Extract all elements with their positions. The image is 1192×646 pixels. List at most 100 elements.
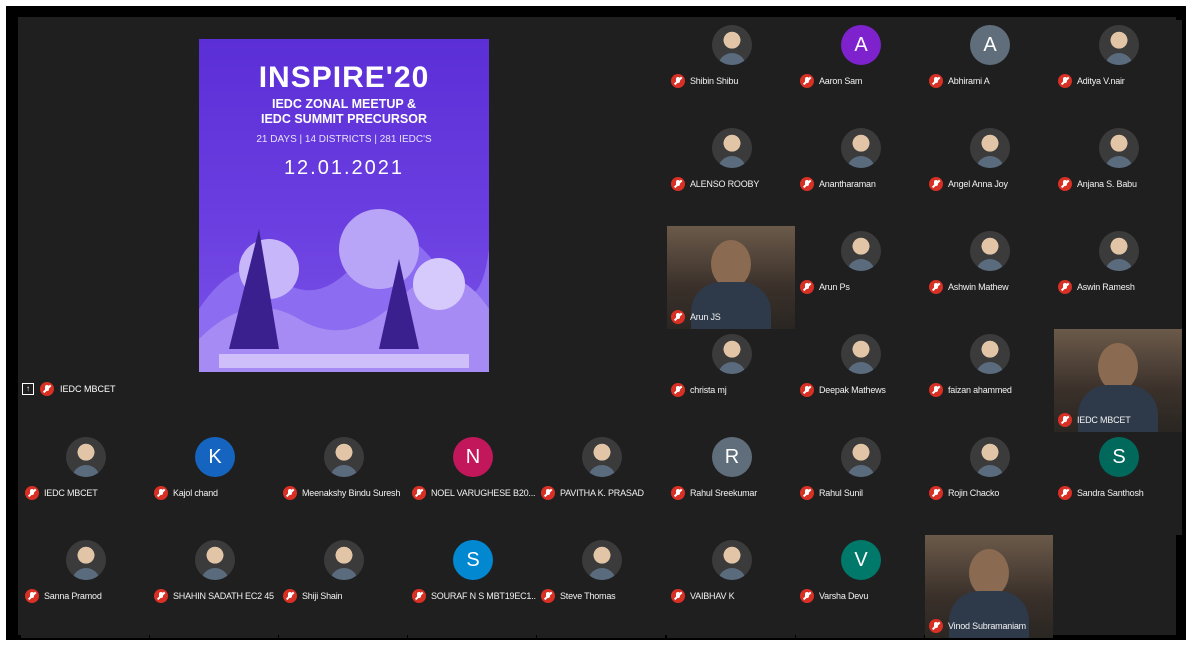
- participant-name-row: Deepak Mathews: [800, 383, 924, 397]
- participant-name-row: christa mj: [671, 383, 795, 397]
- participant-name-row: Rahul Sunil: [800, 486, 924, 500]
- participant-tile[interactable]: Deepak Mathews: [796, 329, 924, 432]
- participant-tile[interactable]: Anantharaman: [796, 123, 924, 226]
- participant-name: Anjana S. Babu: [1077, 179, 1137, 189]
- participant-name-row: IEDC MBCET: [25, 486, 149, 500]
- mic-muted-icon: [800, 280, 814, 294]
- participant-tile[interactable]: Rojin Chacko: [925, 432, 1053, 535]
- participant-avatar: [324, 437, 364, 477]
- participant-tile[interactable]: SHAHIN SADATH EC2 45: [150, 535, 278, 638]
- participant-name: Arun Ps: [819, 282, 850, 292]
- mic-muted-icon: [800, 177, 814, 191]
- participant-name: PAVITHA K. PRASAD: [560, 488, 644, 498]
- mic-muted-icon: [541, 589, 555, 603]
- participant-tile[interactable]: PAVITHA K. PRASAD: [537, 432, 665, 535]
- participant-tile[interactable]: Meenakshy Bindu Suresh: [279, 432, 407, 535]
- participant-tile[interactable]: Angel Anna Joy: [925, 123, 1053, 226]
- participant-name: Steve Thomas: [560, 591, 616, 601]
- participant-avatar: A: [970, 25, 1010, 65]
- mic-muted-icon: [671, 383, 685, 397]
- participant-tile[interactable]: Vinod Subramaniam: [925, 535, 1053, 638]
- mic-muted-icon: [671, 589, 685, 603]
- participant-tile[interactable]: Ashwin Mathew: [925, 226, 1053, 329]
- participant-tile[interactable]: faizan ahammed: [925, 329, 1053, 432]
- participant-tile[interactable]: K Kajol chand: [150, 432, 278, 535]
- mic-muted-icon: [283, 589, 297, 603]
- participant-avatar: A: [841, 25, 881, 65]
- participant-avatar: [582, 540, 622, 580]
- participant-tile[interactable]: A Abhirami A: [925, 20, 1053, 123]
- participant-tile[interactable]: S SOURAF N S MBT19EC1...: [408, 535, 536, 638]
- participant-name-row: SHAHIN SADATH EC2 45: [154, 589, 278, 603]
- present-to-all-icon[interactable]: ↑: [22, 383, 34, 395]
- participant-name-row: Steve Thomas: [541, 589, 665, 603]
- mic-muted-icon: [1058, 177, 1072, 191]
- participant-tile[interactable]: Shibin Shibu: [667, 20, 795, 123]
- mic-muted-icon: [283, 486, 297, 500]
- shared-presentation[interactable]: INSPIRE'20 IEDC ZONAL MEETUP & IEDC SUMM…: [199, 39, 489, 372]
- participant-name: Abhirami A: [948, 76, 990, 86]
- participant-name: Aswin Ramesh: [1077, 282, 1135, 292]
- participant-tile[interactable]: A Aaron Sam: [796, 20, 924, 123]
- mic-muted-icon: [412, 589, 426, 603]
- participant-tile[interactable]: V Varsha Devu: [796, 535, 924, 638]
- participant-name: NOEL VARUGHESE B20...: [431, 488, 536, 498]
- participant-tile[interactable]: Steve Thomas: [537, 535, 665, 638]
- participant-tile[interactable]: Aditya V.nair: [1054, 20, 1182, 123]
- participant-name: IEDC MBCET: [1077, 415, 1131, 425]
- participant-tile[interactable]: Sanna Pramod: [21, 535, 149, 638]
- mic-muted-icon: [541, 486, 555, 500]
- participant-name: Rojin Chacko: [948, 488, 1000, 498]
- participant-tile[interactable]: S Sandra Santhosh: [1054, 432, 1182, 535]
- participant-name: Anantharaman: [819, 179, 876, 189]
- participant-name-row: Sandra Santhosh: [1058, 486, 1182, 500]
- participant-avatar: [1099, 128, 1139, 168]
- mic-muted-icon: [929, 74, 943, 88]
- participant-avatar: S: [453, 540, 493, 580]
- participant-tile[interactable]: Anjana S. Babu: [1054, 123, 1182, 226]
- poster-title: INSPIRE'20: [258, 61, 430, 94]
- mic-muted-icon: [671, 486, 685, 500]
- mic-muted-icon: [929, 177, 943, 191]
- participant-name-row: SOURAF N S MBT19EC1...: [412, 589, 536, 603]
- participant-name-row: Angel Anna Joy: [929, 177, 1053, 191]
- participant-name: Shibin Shibu: [690, 76, 739, 86]
- mic-muted-icon: [25, 589, 39, 603]
- participant-tile[interactable]: VAIBHAV K: [667, 535, 795, 638]
- participant-name: Kajol chand: [173, 488, 218, 498]
- participant-avatar: [712, 25, 752, 65]
- participant-tile[interactable]: N NOEL VARUGHESE B20...: [408, 432, 536, 535]
- participant-avatar: [712, 334, 752, 374]
- participant-tile[interactable]: IEDC MBCET: [21, 432, 149, 535]
- participant-name: Sandra Santhosh: [1077, 488, 1144, 498]
- participant-avatar: [66, 437, 106, 477]
- participant-tile[interactable]: Arun JS: [667, 226, 795, 329]
- participant-name-row: Anantharaman: [800, 177, 924, 191]
- poster-illustration: [199, 209, 489, 372]
- participant-name: Angel Anna Joy: [948, 179, 1008, 189]
- mic-muted-icon: [1058, 413, 1072, 427]
- mic-muted-icon: [929, 383, 943, 397]
- meeting-grid: INSPIRE'20 IEDC ZONAL MEETUP & IEDC SUMM…: [18, 17, 1182, 638]
- participant-tile[interactable]: christa mj: [667, 329, 795, 432]
- participant-name-row: Arun Ps: [800, 280, 924, 294]
- participant-name: faizan ahammed: [948, 385, 1012, 395]
- participant-tile[interactable]: R Rahul Sreekumar: [667, 432, 795, 535]
- participant-avatar: [324, 540, 364, 580]
- participant-tile[interactable]: ALENSO ROOBY: [667, 123, 795, 226]
- participant-name: Varsha Devu: [819, 591, 869, 601]
- participant-tile[interactable]: Arun Ps: [796, 226, 924, 329]
- participant-tile[interactable]: Shiji Shain: [279, 535, 407, 638]
- participant-tile[interactable]: Rahul Sunil: [796, 432, 924, 535]
- participant-name: VAIBHAV K: [690, 591, 735, 601]
- participant-tile[interactable]: IEDC MBCET: [1054, 329, 1182, 432]
- participant-tile[interactable]: Aswin Ramesh: [1054, 226, 1182, 329]
- participant-name-row: Meenakshy Bindu Suresh: [283, 486, 407, 500]
- participant-avatar: [195, 540, 235, 580]
- participant-avatar: [841, 231, 881, 271]
- mic-muted-icon: [1058, 280, 1072, 294]
- participant-name-row: Vinod Subramaniam: [929, 619, 1053, 633]
- participant-name: Arun JS: [690, 312, 721, 322]
- participant-name: Aditya V.nair: [1077, 76, 1125, 86]
- participant-video: [1098, 343, 1138, 391]
